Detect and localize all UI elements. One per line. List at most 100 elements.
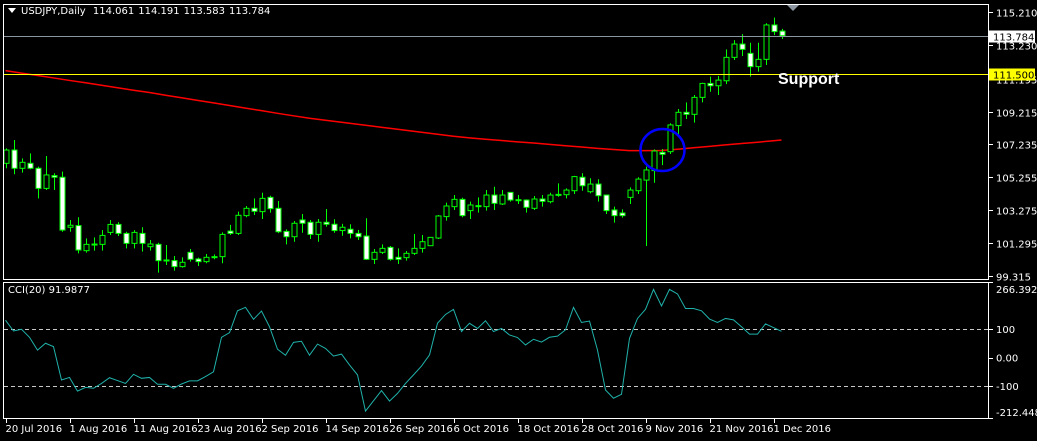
candle [763, 23, 770, 65]
candle [667, 123, 674, 155]
time-tick-label: 21 Nov 2016 [710, 424, 774, 435]
candle [59, 171, 66, 232]
dropdown-triangle-icon[interactable] [8, 8, 16, 13]
bear-candle-body [267, 196, 274, 210]
bull-candle-body [475, 205, 482, 208]
cci-label: CCI(20) 91.9877 [8, 285, 90, 296]
bull-candle-body [131, 231, 138, 244]
bear-candle-body [507, 191, 514, 201]
time-tick-label: 14 Sep 2016 [326, 424, 389, 435]
price-tick-label: 109.215 [996, 109, 1037, 120]
bull-candle-body [243, 207, 250, 217]
bull-candle-body [203, 256, 210, 263]
bear-candle-body [491, 194, 498, 204]
bear-candle-body [139, 232, 146, 244]
high-value: 114.191 [138, 6, 180, 17]
time-tick-label: 1 Aug 2016 [70, 424, 128, 435]
bull-candle-body [443, 205, 450, 218]
bear-candle-body [771, 24, 778, 33]
candle [459, 197, 466, 218]
price-tick-label: 103.275 [996, 207, 1037, 218]
bear-candle-body [619, 212, 626, 217]
support-price-label: 111.500 [993, 71, 1034, 82]
bull-candle-body [67, 224, 74, 228]
time-tick-label: 2 Sep 2016 [262, 424, 319, 435]
bull-candle-body [627, 189, 634, 198]
candle [603, 194, 610, 214]
time-tick-label: 20 Jul 2016 [6, 424, 63, 435]
bull-candle-body [3, 149, 10, 164]
bear-candle-body [523, 199, 530, 208]
bull-candle-body [635, 178, 642, 192]
cci-tick-label: -100 [996, 382, 1019, 393]
bear-candle-body [323, 221, 330, 225]
time-tick-label: 28 Oct 2016 [582, 424, 644, 435]
time-tick-label: 18 Oct 2016 [518, 424, 580, 435]
bear-candle-body [75, 225, 82, 251]
candle [435, 214, 442, 240]
symbol-label: USDJPY,Daily [21, 6, 86, 17]
price-tick-label: 99.315 [996, 273, 1031, 284]
bull-candle-body [643, 169, 650, 181]
bull-candle-body [83, 243, 90, 252]
bear-candle-body [187, 251, 194, 260]
cci-tick-label: 266.3923 [996, 285, 1037, 296]
bear-candle-body [683, 111, 690, 115]
bear-candle-body [27, 162, 34, 169]
bear-candle-body [283, 230, 290, 238]
bear-candle-body [707, 82, 714, 87]
bear-candle-body [459, 198, 466, 217]
bull-candle-body [315, 221, 322, 235]
bear-candle-body [251, 207, 258, 212]
support-annotation: Support [778, 71, 840, 88]
bear-candle-body [331, 223, 338, 232]
bull-candle-body [19, 161, 26, 169]
bear-candle-body [11, 149, 18, 169]
time-tick-label: 6 Oct 2016 [454, 424, 509, 435]
bull-candle-body [547, 194, 554, 203]
bull-candle-body [675, 111, 682, 127]
bull-candle-body [699, 82, 706, 98]
cci-last-value: 91.9877 [48, 285, 90, 296]
candle [427, 236, 434, 247]
bear-candle-body [355, 232, 362, 238]
bull-candle-body [499, 194, 506, 205]
bear-candle-body [227, 230, 234, 234]
bull-candle-body [755, 58, 762, 68]
chart-canvas[interactable]: 115.210113.230111.195109.215107.235105.2… [0, 0, 1037, 441]
bull-candle-body [483, 194, 490, 208]
bear-candle-body [123, 232, 130, 244]
bull-candle-body [219, 233, 226, 258]
bear-candle-body [275, 207, 282, 233]
bull-candle-body [451, 198, 458, 208]
bull-candle-body [147, 243, 154, 248]
time-tick-label: 9 Nov 2016 [646, 424, 704, 435]
cci-title: CCI(20) [8, 285, 46, 296]
time-tick-label: 26 Sep 2016 [390, 424, 453, 435]
bear-candle-body [307, 221, 314, 235]
bear-candle-body [603, 194, 610, 212]
low-value: 113.583 [183, 6, 225, 17]
bear-candle-body [51, 175, 58, 178]
bull-candle-body [99, 234, 106, 245]
bull-candle-body [403, 252, 410, 259]
open-value: 114.061 [92, 6, 135, 17]
bull-candle-body [43, 174, 50, 189]
bull-candle-body [515, 199, 522, 202]
bull-candle-body [427, 236, 434, 247]
bear-candle-body [739, 43, 746, 50]
bull-candle-body [763, 24, 770, 60]
bull-candle-body [235, 214, 242, 234]
bull-candle-body [371, 251, 378, 260]
bull-candle-body [563, 189, 570, 196]
bear-candle-body [779, 30, 786, 37]
cci-tick-label: 100 [996, 325, 1015, 336]
current-price-label: 113.784 [993, 33, 1034, 44]
bull-candle-body [211, 256, 218, 259]
bull-candle-body [411, 247, 418, 254]
bear-candle-body [171, 260, 178, 268]
bear-candle-body [659, 151, 666, 155]
bear-candle-body [155, 243, 162, 262]
bull-candle-body [419, 241, 426, 249]
cci-tick-label: 0.00 [996, 354, 1018, 365]
